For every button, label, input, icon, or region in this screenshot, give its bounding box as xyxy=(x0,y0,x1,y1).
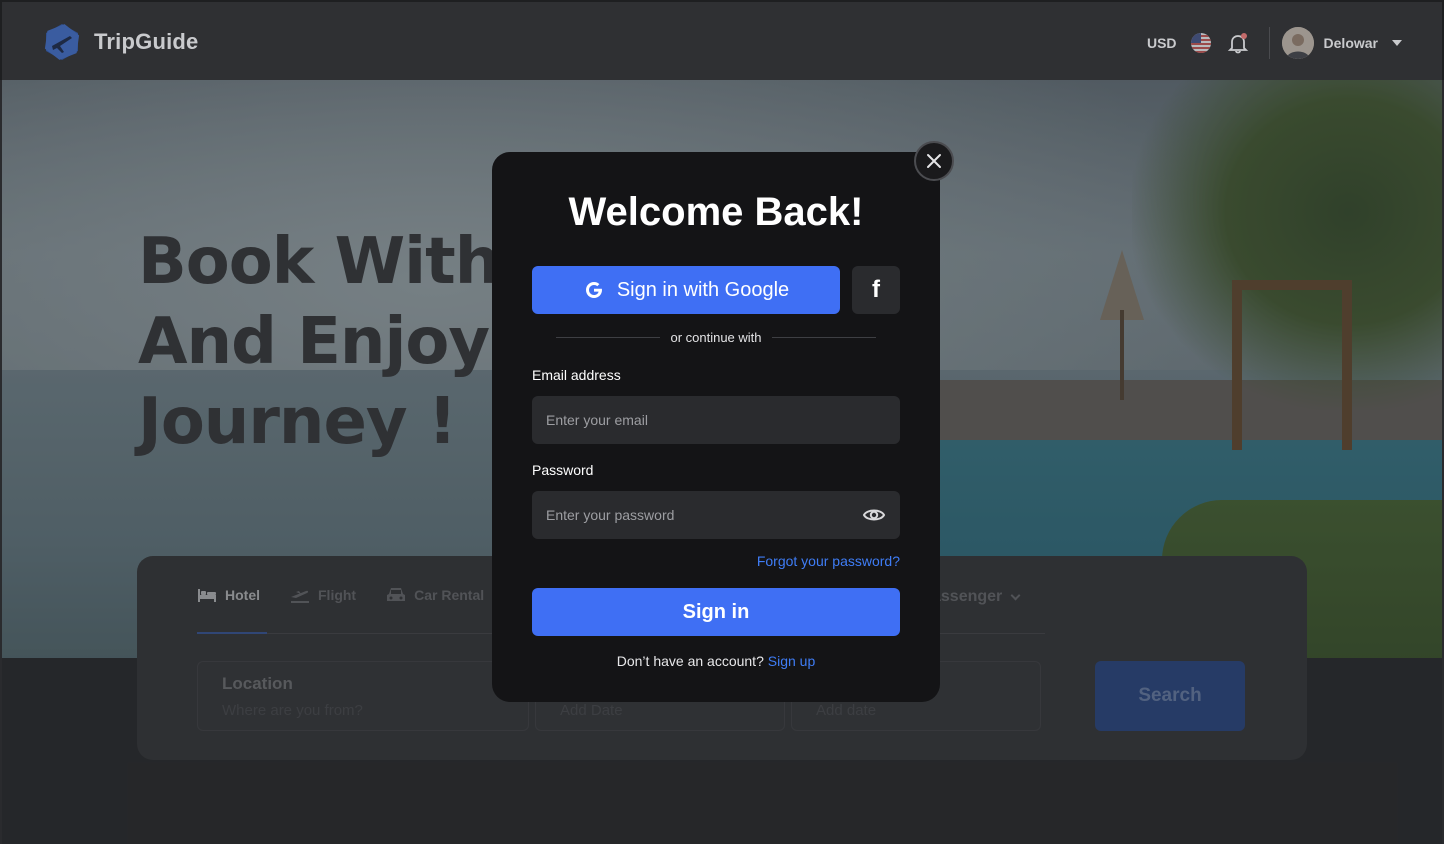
close-modal-button[interactable] xyxy=(914,141,954,181)
facebook-sign-in-button[interactable]: f xyxy=(852,266,900,314)
sign-up-prompt: Don’t have an account? Sign up xyxy=(492,653,940,669)
user-name[interactable]: Delowar xyxy=(1324,35,1378,51)
google-icon xyxy=(585,282,602,298)
sign-in-modal: Welcome Back! Sign in with Google f or c… xyxy=(492,152,940,702)
forgot-password-link[interactable]: Forgot your password? xyxy=(757,553,900,569)
modal-title: Welcome Back! xyxy=(568,190,864,234)
password-label: Password xyxy=(532,462,594,478)
password-field[interactable]: Enter your password xyxy=(532,491,900,539)
close-icon xyxy=(927,154,941,168)
email-label: Email address xyxy=(532,367,621,383)
top-navbar: TripGuide USD Delowar xyxy=(0,0,1444,80)
google-sign-in-label: Sign in with Google xyxy=(616,278,790,301)
bell-icon[interactable] xyxy=(1227,32,1249,54)
google-sign-in-button[interactable]: Sign in with Google xyxy=(532,266,840,314)
sign-in-button[interactable]: Sign in xyxy=(532,588,900,636)
header-divider xyxy=(1268,27,1270,59)
sign-up-link[interactable]: Sign up xyxy=(768,653,815,669)
email-field[interactable]: Enter your email xyxy=(532,396,900,444)
password-placeholder: Enter your password xyxy=(546,507,675,523)
or-divider-text: or continue with xyxy=(670,330,762,345)
brand-name: TripGuide xyxy=(94,29,199,54)
currency-selector[interactable]: USD xyxy=(1147,35,1177,51)
email-placeholder: Enter your email xyxy=(546,412,648,428)
no-account-text: Don’t have an account? xyxy=(616,653,764,669)
eye-icon[interactable] xyxy=(862,504,886,526)
us-flag-icon[interactable] xyxy=(1190,33,1211,53)
airplane-logo-icon xyxy=(44,24,80,60)
or-divider: or continue with xyxy=(556,330,876,345)
caret-down-icon[interactable] xyxy=(1392,40,1402,46)
brand-logo[interactable]: TripGuide xyxy=(42,22,198,62)
avatar[interactable] xyxy=(1281,27,1314,59)
facebook-icon: f xyxy=(872,276,880,303)
